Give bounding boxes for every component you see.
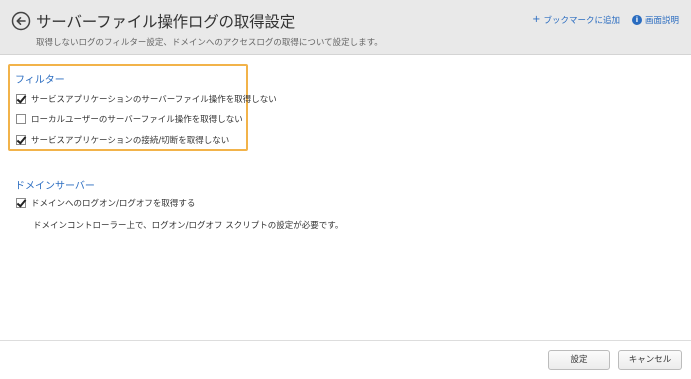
domain-note: ドメインコントローラー上で、ログオン/ログオフ スクリプトの設定が必要です。 bbox=[33, 221, 344, 231]
checkbox-icon[interactable] bbox=[16, 135, 26, 145]
filter-option-service-connect[interactable]: サービスアプリケーションの接続/切断を取得しない bbox=[16, 134, 229, 146]
filter-option-local-user-file-ops[interactable]: ローカルユーザーのサーバーファイル操作を取得しない bbox=[16, 113, 243, 125]
add-bookmark-link[interactable]: + ブックマークに追加 bbox=[532, 14, 620, 27]
save-button[interactable]: 設定 bbox=[548, 350, 610, 370]
domain-logon-label: ドメインへのログオン/ログオフを取得する bbox=[31, 199, 196, 209]
info-icon: i bbox=[631, 15, 642, 25]
page-subtitle: 取得しないログのフィルター設定、ドメインへのアクセスログの取得について設定します… bbox=[36, 38, 383, 48]
filter-option-label: サービスアプリケーションの接続/切断を取得しない bbox=[31, 136, 230, 146]
page-title: サーバーファイル操作ログの取得設定 bbox=[36, 13, 296, 31]
plus-icon: + bbox=[532, 14, 541, 25]
filter-option-label: サービスアプリケーションのサーバーファイル操作を取得しない bbox=[31, 95, 277, 105]
header-links: + ブックマークに追加 i 画面説明 bbox=[532, 14, 679, 27]
back-arrow-icon[interactable] bbox=[11, 11, 31, 31]
filter-section-title: フィルター bbox=[15, 75, 65, 86]
help-link[interactable]: i 画面説明 bbox=[631, 14, 679, 26]
filter-option-service-file-ops[interactable]: サービスアプリケーションのサーバーファイル操作を取得しない bbox=[16, 93, 277, 105]
domain-server-section-title: ドメインサーバー bbox=[15, 181, 95, 192]
help-label: 画面説明 bbox=[644, 16, 679, 26]
footer-divider bbox=[0, 340, 691, 341]
filter-option-label: ローカルユーザーのサーバーファイル操作を取得しない bbox=[31, 115, 243, 125]
add-bookmark-label: ブックマークに追加 bbox=[543, 16, 620, 26]
domain-logon-option[interactable]: ドメインへのログオン/ログオフを取得する bbox=[16, 197, 195, 209]
page-header: サーバーファイル操作ログの取得設定 取得しないログのフィルター設定、ドメインへの… bbox=[0, 0, 691, 55]
checkbox-icon[interactable] bbox=[16, 94, 26, 104]
settings-window: サーバーファイル操作ログの取得設定 取得しないログのフィルター設定、ドメインへの… bbox=[0, 0, 691, 379]
cancel-button[interactable]: キャンセル bbox=[618, 350, 682, 370]
checkbox-icon[interactable] bbox=[16, 198, 26, 208]
checkbox-icon[interactable] bbox=[16, 114, 26, 124]
